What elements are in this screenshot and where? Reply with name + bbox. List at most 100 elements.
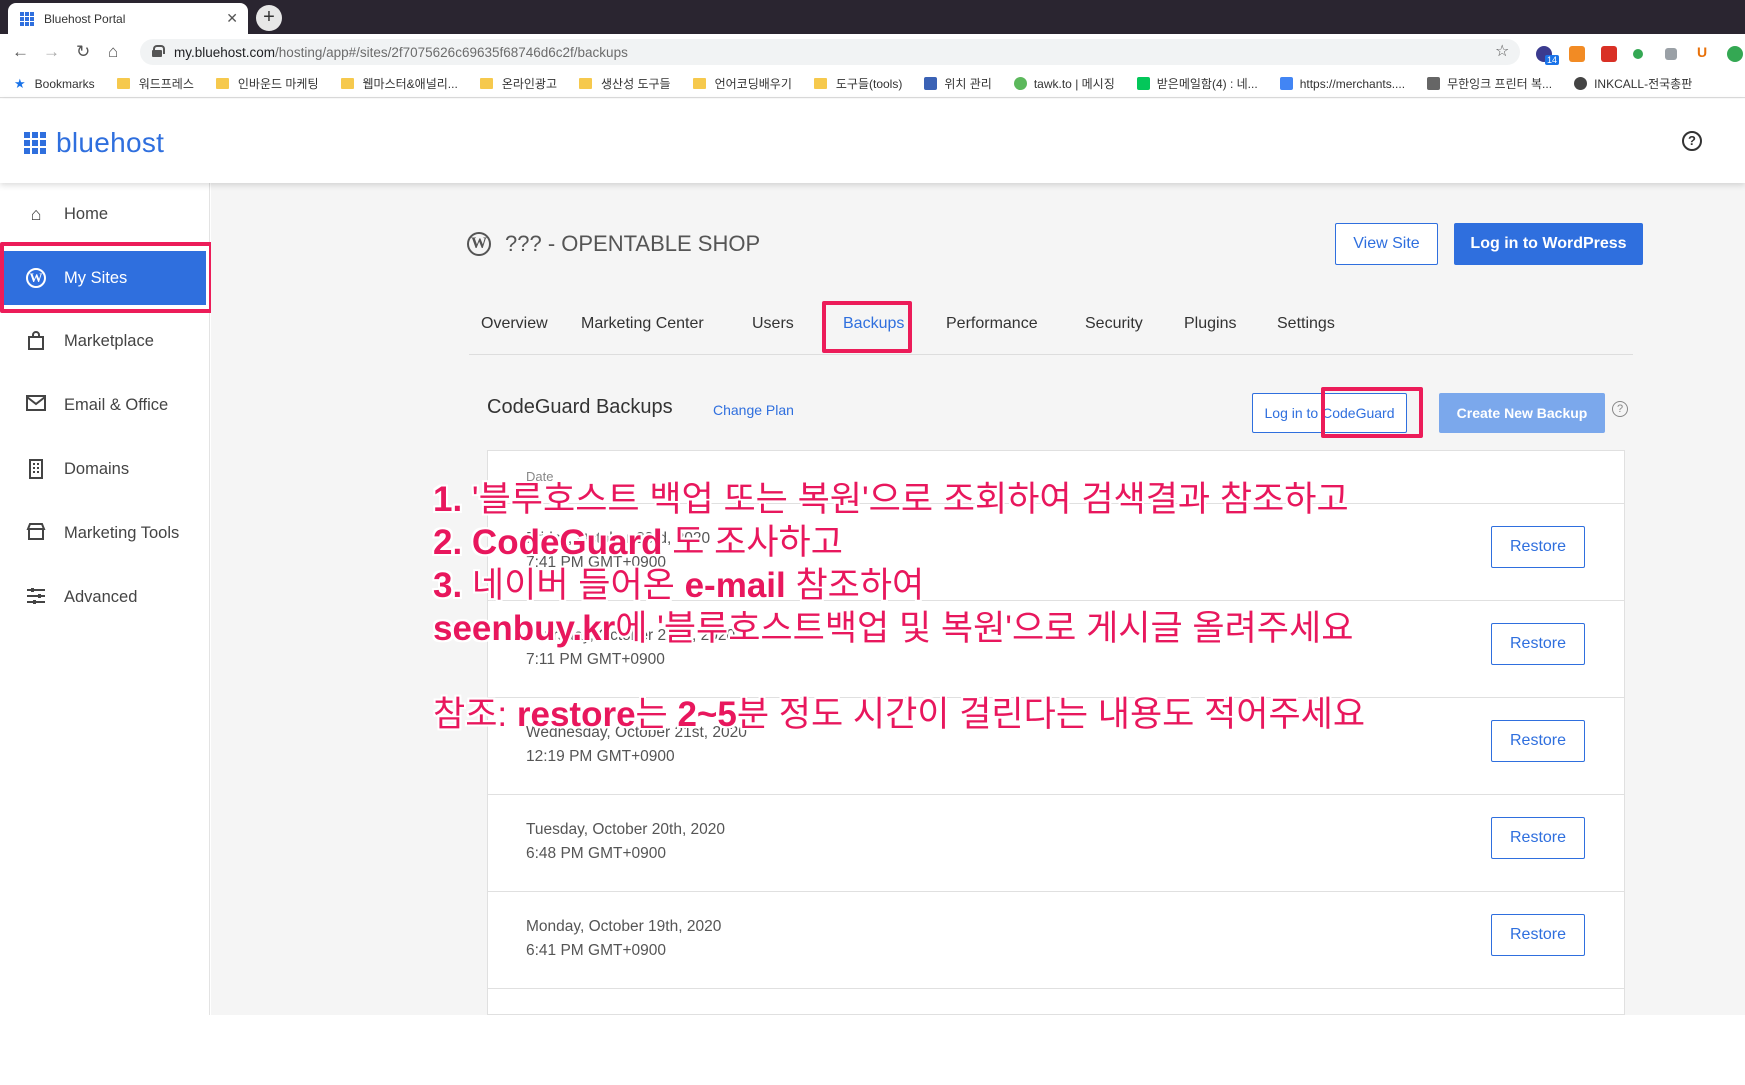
site-favicon-icon: [1574, 77, 1588, 90]
building-icon: [26, 459, 46, 479]
reload-icon[interactable]: ↻: [76, 42, 90, 62]
bookmarks-bar: ★ Bookmarks 워드프레스 인바운드 마케팅 웹마스터&애널리... 온라…: [0, 70, 1745, 98]
extension-icon[interactable]: [1601, 46, 1617, 62]
bookmark-folder[interactable]: 생산성 도구들: [579, 75, 671, 92]
folder-icon: [340, 78, 354, 89]
store-icon: [26, 523, 46, 543]
url-host: my.bluehost.com: [174, 44, 276, 60]
home-nav-icon[interactable]: ⌂: [108, 42, 118, 62]
bookmark-folder[interactable]: 워드프레스: [116, 75, 194, 92]
folder-icon: [692, 78, 706, 89]
restore-button[interactable]: Restore: [1491, 914, 1585, 956]
folder-icon: [479, 78, 493, 89]
highlight-box-my-sites: [0, 242, 213, 313]
tab-marketing-center[interactable]: Marketing Center: [581, 315, 704, 333]
view-site-button[interactable]: View Site: [1335, 223, 1438, 265]
mail-icon: [26, 395, 46, 415]
annotation-line-5: 참조: restore는 2~5분 정도 시간이 걸린다는 내용도 적어주세요: [433, 695, 1366, 734]
site-favicon-icon: [1427, 77, 1441, 90]
sidebar-item-email-office[interactable]: Email & Office: [0, 377, 210, 433]
url-path: /hosting/app#/sites/2f7075626c69635f6874…: [275, 44, 628, 60]
site-favicon-icon: [1013, 77, 1027, 90]
highlight-box-codeguard: [1321, 387, 1423, 438]
backup-time: 6:41 PM GMT+0900: [526, 942, 666, 959]
restore-button[interactable]: Restore: [1491, 817, 1585, 859]
bookmark-item[interactable]: 위치 관리: [924, 75, 992, 92]
bookmark-item[interactable]: 무한잉크 프린터 복...: [1427, 75, 1552, 92]
backup-date: Monday, October 19th, 2020: [526, 918, 722, 935]
annotation-line-4: seenbuy.kr에 '블루호스트백업 및 복원'으로 게시글 올려주세요: [433, 609, 1354, 648]
sidebar-item-marketplace[interactable]: Marketplace: [0, 313, 210, 369]
lock-icon: [152, 45, 165, 57]
site-favicon-icon: [1279, 77, 1293, 90]
site-favicon-icon: [1136, 77, 1150, 90]
annotation-spacer: [433, 650, 1593, 693]
bookmark-folder[interactable]: 도구들(tools): [813, 75, 902, 92]
tab-overview[interactable]: Overview: [481, 315, 548, 333]
extension-icon[interactable]: [1569, 46, 1585, 62]
extension-icon[interactable]: [1727, 46, 1743, 62]
help-circle-icon[interactable]: ?: [1612, 401, 1628, 417]
bookmark-item[interactable]: 받은메일함(4) : 네...: [1136, 75, 1258, 92]
extension-icon[interactable]: U: [1697, 44, 1713, 60]
bookmark-folder[interactable]: 인바운드 마케팅: [215, 75, 319, 92]
codeguard-backups-title: CodeGuard Backups: [487, 396, 673, 418]
highlight-box-backups-tab: [822, 301, 912, 353]
extension-icon[interactable]: [1633, 49, 1643, 59]
create-new-backup-button[interactable]: Create New Backup: [1439, 393, 1605, 433]
help-icon[interactable]: ?: [1682, 131, 1702, 151]
logo-grid-icon: [24, 132, 46, 154]
table-row: [488, 988, 1624, 1085]
bluehost-logo[interactable]: bluehost: [24, 127, 164, 159]
star-icon: ★: [14, 75, 26, 91]
tab-performance[interactable]: Performance: [946, 315, 1038, 333]
site-tabs: Overview Marketing Center Users Backups …: [469, 315, 1633, 355]
annotation-line-1: 1. '블루호스트 백업 또는 복원'으로 조회하여 검색결과 참조하고: [433, 480, 1349, 519]
app-header: bluehost ?: [0, 99, 1745, 183]
bookmark-item[interactable]: tawk.to | 메시징: [1013, 75, 1115, 92]
sidebar-item-home[interactable]: ⌂ Home: [0, 186, 210, 242]
backup-time: 6:48 PM GMT+0900: [526, 845, 666, 862]
extension-icon[interactable]: [1665, 48, 1677, 60]
forward-arrow-icon[interactable]: →: [43, 42, 60, 62]
folder-icon: [579, 78, 593, 89]
folder-icon: [813, 78, 827, 89]
address-bar: ← → ↻ ⌂ my.bluehost.com/hosting/app#/sit…: [0, 34, 1745, 70]
site-favicon-icon: [924, 77, 938, 90]
browser-tab-bar: Bluehost Portal ✕ +: [0, 0, 1745, 34]
url-input[interactable]: my.bluehost.com/hosting/app#/sites/2f707…: [140, 39, 1520, 65]
wordpress-icon: W: [467, 232, 491, 256]
browser-tab[interactable]: Bluehost Portal ✕: [8, 3, 248, 34]
backup-date: Tuesday, October 20th, 2020: [526, 821, 726, 838]
table-row: Monday, October 19th, 2020 6:41 PM GMT+0…: [488, 891, 1624, 988]
new-tab-button[interactable]: +: [256, 5, 282, 31]
logo-text: bluehost: [56, 127, 165, 158]
tab-security[interactable]: Security: [1085, 315, 1143, 333]
tab-close-icon[interactable]: ✕: [226, 10, 238, 27]
table-row: Tuesday, October 20th, 2020 6:48 PM GMT+…: [488, 794, 1624, 891]
back-arrow-icon[interactable]: ←: [12, 42, 29, 62]
bookmark-star-icon[interactable]: ☆: [1495, 41, 1509, 61]
bluehost-favicon-icon: [20, 11, 34, 26]
sidebar-item-domains[interactable]: Domains: [0, 441, 210, 497]
sidebar-item-advanced[interactable]: Advanced: [0, 569, 210, 625]
sidebar-item-marketing-tools[interactable]: Marketing Tools: [0, 505, 210, 561]
tab-users[interactable]: Users: [752, 315, 794, 333]
tab-settings[interactable]: Settings: [1277, 315, 1335, 333]
bookmark-item[interactable]: ★ Bookmarks: [14, 76, 95, 92]
annotation-overlay: 1. '블루호스트 백업 또는 복원'으로 조회하여 검색결과 참조하고 2. …: [433, 478, 1593, 736]
tab-plugins[interactable]: Plugins: [1184, 315, 1236, 333]
login-wordpress-button[interactable]: Log in to WordPress: [1454, 223, 1643, 265]
tab-title: Bluehost Portal: [44, 11, 126, 26]
extension-badge: 14: [1545, 55, 1560, 65]
bookmark-folder[interactable]: 웹마스터&애널리...: [340, 75, 458, 92]
shopping-bag-icon: [26, 331, 46, 351]
bookmark-folder[interactable]: 언어코딩배우기: [692, 75, 792, 92]
site-title: W ??? - OPENTABLE SHOP: [467, 231, 760, 257]
sliders-icon: [26, 587, 46, 607]
bookmark-folder[interactable]: 온라인광고: [479, 75, 557, 92]
folder-icon: [116, 78, 130, 89]
change-plan-link[interactable]: Change Plan: [713, 402, 794, 418]
bookmark-item[interactable]: INKCALL-전국총판: [1574, 75, 1692, 92]
bookmark-item[interactable]: https://merchants....: [1279, 77, 1405, 91]
